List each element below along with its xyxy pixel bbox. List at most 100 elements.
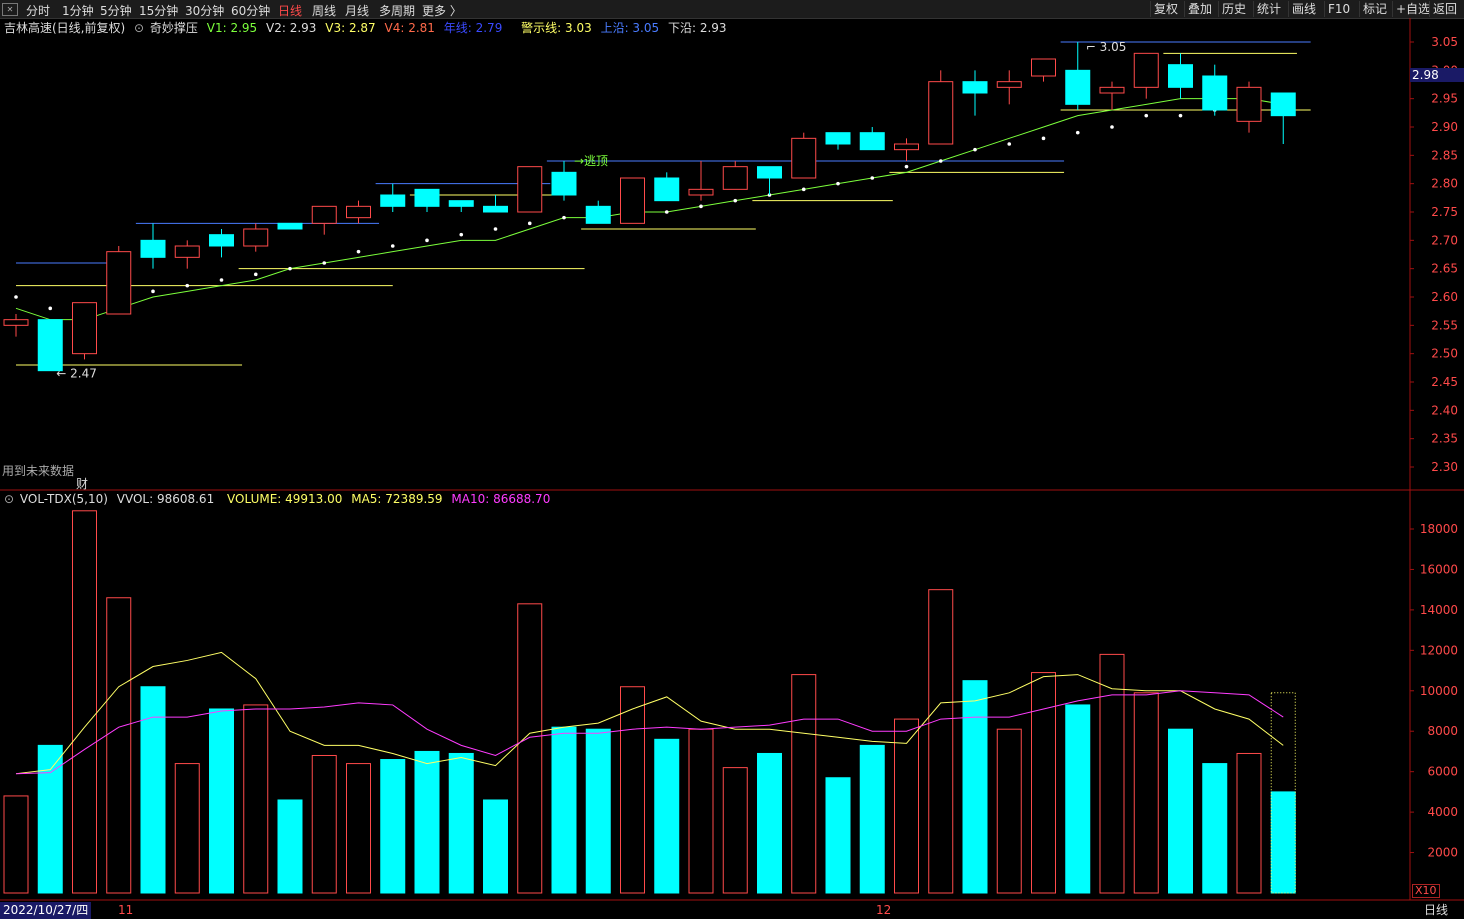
support-dot: [14, 295, 18, 299]
volume-bar-up: [1133, 692, 1159, 894]
support-dot: [870, 176, 875, 180]
volume-bar-down: [962, 680, 988, 894]
support-dot: [151, 289, 155, 294]
month-label-11: 11: [118, 903, 134, 917]
period-label: 日线: [1424, 903, 1449, 917]
candle-up: [1031, 58, 1056, 77]
volume-indicator-name[interactable]: VOL-TDX(5,10): [20, 492, 108, 506]
candle-down: [551, 171, 577, 196]
candle-down: [483, 205, 508, 213]
volume-tick-label: 8000: [1427, 724, 1458, 738]
price-tick-label: 2.55: [1431, 318, 1458, 332]
volume-bar-down: [209, 708, 234, 894]
candle-up: [106, 251, 132, 315]
volume-bar-up: [1236, 752, 1262, 894]
volume-bar-up: [894, 718, 919, 894]
volume-bar-down: [1270, 791, 1296, 894]
support-dot: [733, 198, 738, 203]
volume-tick-label: 10000: [1420, 684, 1458, 698]
volume-bar-up: [311, 754, 337, 894]
volume-bar-down: [380, 759, 406, 894]
volume-bar-up: [3, 795, 29, 894]
candle-down: [448, 200, 474, 207]
candle-up: [1236, 86, 1262, 122]
price-tick-label: 2.60: [1431, 290, 1458, 304]
chart-canvas[interactable]: 3.053.002.952.902.852.802.752.702.652.60…: [0, 0, 1464, 919]
candle-down: [414, 188, 440, 207]
price-tick-label: 2.30: [1431, 460, 1458, 474]
candle-down: [1202, 75, 1228, 111]
volume-bar-down: [414, 750, 440, 894]
volume-bar-down: [448, 752, 474, 894]
price-tick-label: 2.40: [1431, 403, 1458, 417]
future-data-warning: 用到未来数据: [2, 464, 75, 478]
indicator-name[interactable]: 奇妙撑压: [150, 21, 198, 35]
support-dot: [253, 272, 258, 277]
volume-tick-label: 18000: [1420, 522, 1458, 536]
zoom-x10-badge[interactable]: X10: [1412, 884, 1440, 898]
value-v4: V4: 2.81: [384, 21, 435, 35]
price-tick-label: 3.05: [1431, 35, 1458, 49]
value-vvol: VVOL: 98608.61: [116, 492, 215, 506]
volume-tick-label: 16000: [1420, 562, 1458, 576]
candle-up: [243, 228, 269, 247]
candle-down: [209, 234, 234, 247]
support-dot: [1075, 130, 1080, 135]
candle-up: [174, 245, 200, 258]
volume-bar-up: [106, 597, 132, 894]
candle-down: [757, 166, 782, 179]
support-dot: [493, 227, 498, 231]
candle-up: [620, 177, 645, 224]
volume-settings-icon[interactable]: ⊙: [4, 492, 14, 506]
candle-up: [346, 205, 371, 219]
volume-bar-down: [277, 799, 303, 894]
volume-bar-up: [517, 603, 543, 894]
volume-bar-down: [551, 726, 577, 894]
indicator-settings-icon[interactable]: ⊙: [134, 21, 144, 35]
volume-bar-up: [791, 674, 817, 894]
volume-bar-down: [140, 686, 166, 894]
candle-down: [1270, 92, 1296, 117]
volume-indicator-bar: ⊙ VOL-TDX(5,10) VVOL: 98608.61 VOLUME: 4…: [0, 490, 1410, 508]
support-dot: [938, 159, 943, 163]
value-v2: V2: 2.93: [266, 21, 317, 35]
price-tick-label: 2.85: [1431, 148, 1458, 162]
volume-bar-up: [996, 728, 1022, 894]
volume-bar-down: [1065, 704, 1091, 894]
candle-up: [996, 81, 1022, 88]
candle-down: [585, 205, 611, 224]
candle-down: [1065, 69, 1091, 105]
support-dot: [425, 238, 429, 243]
support-dot: [1144, 113, 1149, 118]
price-tick-label: 2.35: [1431, 432, 1458, 446]
volume-bar-up: [243, 704, 269, 894]
candle-up: [688, 188, 714, 196]
volume-bar-down: [757, 752, 782, 894]
candle-up: [72, 302, 97, 355]
low-price-label: ← 2.47: [56, 367, 97, 381]
volume-bar-down: [654, 738, 680, 894]
support-dot: [973, 147, 977, 152]
support-dot: [904, 164, 909, 169]
support-dot: [699, 204, 703, 209]
candle-down: [654, 177, 680, 202]
volume-tick-label: 4000: [1427, 805, 1458, 819]
support-dot: [459, 232, 464, 237]
support-dot: [219, 278, 224, 282]
value-vol-ma5: MA5: 72389.59: [351, 492, 443, 506]
candle-down: [140, 239, 166, 258]
candle-up: [928, 81, 954, 145]
support-dot: [185, 283, 190, 288]
volume-bar-up: [620, 686, 645, 894]
volume-bar-down: [483, 799, 508, 894]
volume-bar-down: [1202, 763, 1228, 894]
volume-bar-up: [688, 728, 714, 894]
price-tick-label: 2.80: [1431, 177, 1458, 191]
month-label-12: 12: [876, 903, 892, 917]
volume-tick-label: 6000: [1427, 765, 1458, 779]
volume-bar-down: [1168, 728, 1193, 894]
support-dot: [527, 221, 532, 226]
value-jingshi: 警示线: 3.03: [521, 21, 592, 35]
support-dot: [390, 244, 395, 248]
volume-bar-down: [859, 744, 885, 894]
